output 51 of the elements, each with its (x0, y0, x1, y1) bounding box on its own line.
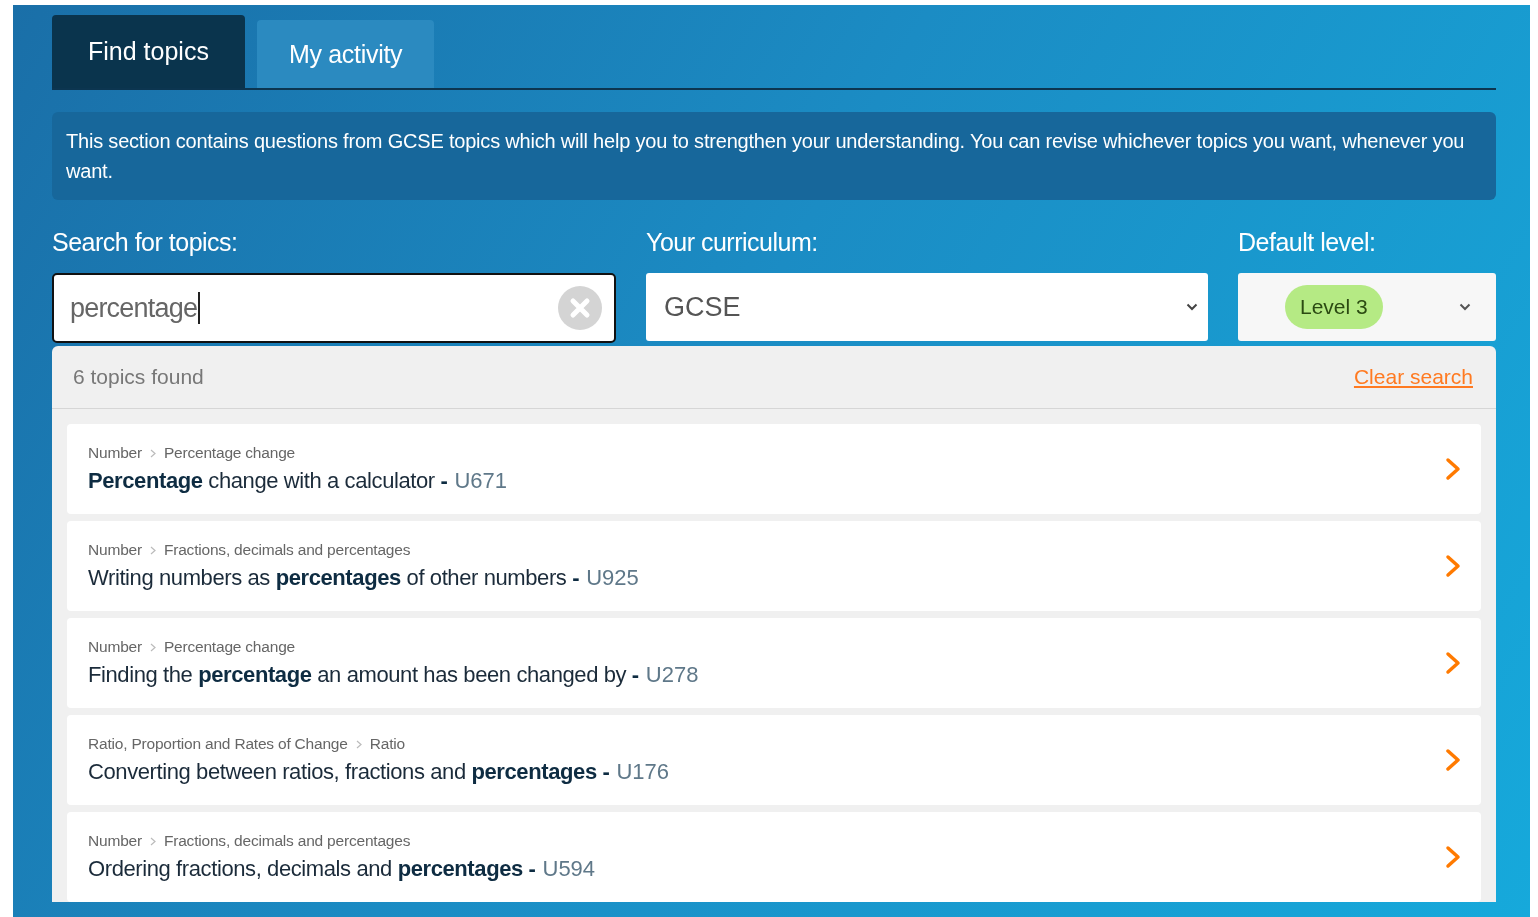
level-dropdown[interactable]: Level 3 (1238, 273, 1496, 341)
curriculum-dropdown[interactable]: GCSE (646, 273, 1208, 341)
chevron-right-icon (1445, 748, 1461, 772)
chevron-right-icon (149, 642, 156, 652)
chevron-right-icon (355, 739, 362, 749)
chevron-right-icon (149, 836, 156, 846)
breadcrumb-link[interactable]: Percentage change (163, 444, 295, 462)
tab[interactable]: Find topics (52, 15, 245, 88)
field-label: Default level: (1238, 228, 1377, 257)
chevron-right-icon (149, 448, 156, 458)
info-message: This section contains questions from GCSE topics which will help you to strengthen your understanding. You can revise whichever topics you want, whenever you want. (52, 112, 1496, 200)
breadcrumb-link[interactable]: Ratio, Proportion and Rates of Change (88, 735, 348, 753)
breadcrumb-link[interactable]: Number (88, 444, 142, 462)
breadcrumb-link[interactable]: Ratio (369, 735, 405, 753)
text-cursor (198, 292, 200, 324)
breadcrumb-link[interactable]: Percentage change (163, 638, 295, 656)
level-badge: Level 3 (1285, 285, 1383, 329)
topic-code: U925 (586, 565, 639, 591)
chevron-down-icon (1459, 303, 1471, 311)
topic-code: U671 (454, 468, 507, 494)
topic-title: Writing numbers as percentages of other numbers - (88, 565, 580, 591)
topic-title: Percentage change with a calculator - (88, 468, 448, 494)
breadcrumb-link[interactable]: Number (88, 832, 142, 850)
tab[interactable]: My activity (256, 20, 435, 88)
topic-code: U594 (542, 856, 596, 882)
topic-title: Ordering fractions, decimals and percentages - (88, 856, 536, 882)
close-icon (558, 286, 602, 330)
clear-button[interactable] (558, 286, 602, 330)
topic-card[interactable]: Number Percentage change Percentage change with a calculator - U671 (67, 424, 1481, 514)
field-label: Search for topics: (52, 228, 239, 257)
topic-card[interactable]: Number Fractions, decimals and percentages Ordering fractions, decimals and percentages - U594 (67, 812, 1481, 902)
topic-card[interactable]: Ratio, Proportion and Rates of Change Ratio Converting between ratios, fractions and percentages - U176 (67, 715, 1481, 805)
breadcrumb-link[interactable]: Number (88, 638, 142, 656)
topic-code: U176 (616, 759, 669, 785)
result-count: 6 topics found (73, 365, 204, 389)
topic-title: Converting between ratios, fractions and percentages - (88, 759, 610, 785)
chevron-right-icon (1445, 651, 1461, 675)
breadcrumb-link[interactable]: Fractions, decimals and percentages (163, 541, 411, 559)
chevron-right-icon (1445, 554, 1461, 578)
breadcrumb-link[interactable]: Fractions, decimals and percentages (163, 832, 411, 850)
topic-code: U278 (645, 662, 699, 688)
breadcrumb-link[interactable]: Number (88, 541, 142, 559)
chevron-right-icon (1445, 845, 1461, 869)
topic-card[interactable]: Number Percentage change Finding the percentage an amount has been changed by - U278 (67, 618, 1481, 708)
field-label: Your curriculum: (646, 228, 819, 257)
chevron-right-icon (1445, 457, 1461, 481)
chevron-right-icon (149, 545, 156, 555)
topic-card[interactable]: Number Fractions, decimals and percentages Writing numbers as percentages of other numbers - U925 (67, 521, 1481, 611)
topic-title: Finding the percentage an amount has been changed by - (88, 662, 639, 688)
chevron-down-icon (1186, 303, 1198, 311)
search-field[interactable]: percentage (52, 273, 616, 343)
